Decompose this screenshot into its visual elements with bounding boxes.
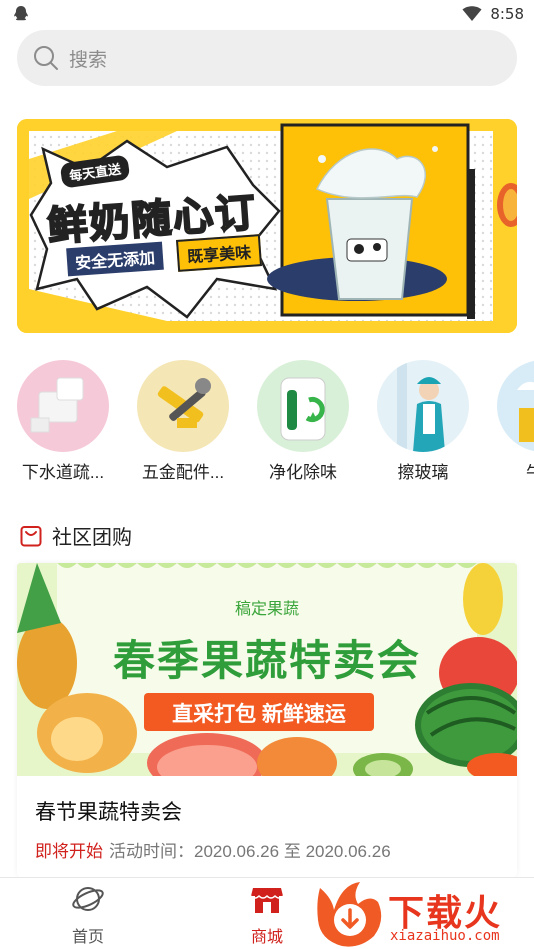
promo-end-date: 2020.06.26 bbox=[305, 842, 391, 861]
category-row: 下水道疏... 五金配件... 净化除味 擦玻璃 bbox=[0, 360, 534, 490]
promo-title: 春节果蔬特卖会 bbox=[35, 801, 182, 824]
cleaner-icon bbox=[377, 360, 469, 452]
category-label: 五金配件... bbox=[141, 463, 225, 482]
banner-tagline-right: 既享美味 bbox=[175, 234, 263, 272]
promo-image-kicker: 稿定果蔬 bbox=[234, 601, 299, 618]
watermark-url: xiazaihuo.com bbox=[390, 928, 500, 944]
status-bar: 8:58 bbox=[0, 0, 534, 28]
promo-meta: 即将开始 活动时间：2020.06.26 至 2020.06.26 bbox=[35, 837, 391, 862]
promo-time-label: 活动时间： bbox=[109, 842, 194, 861]
promo-image: 稿定果蔬 春季果蔬特卖会 直采打包 新鲜速运 bbox=[17, 563, 517, 776]
section-title: 社区团购 bbox=[52, 526, 132, 549]
search-bar[interactable]: 搜索 bbox=[17, 30, 517, 86]
nav-label-store: 商城 bbox=[250, 929, 283, 946]
store-icon bbox=[250, 888, 284, 913]
category-item-cleaner[interactable]: 擦玻璃 bbox=[368, 360, 478, 483]
promo-to: 至 bbox=[283, 842, 301, 861]
category-label: 牛奶 bbox=[488, 458, 534, 483]
qq-icon bbox=[14, 6, 28, 21]
nav-item-store[interactable]: 商城 bbox=[227, 884, 307, 947]
category-item-purifier[interactable]: 净化除味 bbox=[248, 360, 358, 483]
promo-image-headline: 春季果蔬特卖会 bbox=[112, 637, 421, 684]
promo-status: 即将开始 bbox=[35, 842, 103, 861]
search-icon bbox=[34, 46, 58, 70]
promo-banner[interactable]: 每天直送 鲜奶随心订 安全无添加 既享美味 bbox=[17, 119, 517, 333]
pipe-icon bbox=[17, 360, 109, 452]
category-item-milk[interactable]: 牛奶 bbox=[488, 360, 534, 483]
air-purifier-icon bbox=[257, 360, 349, 452]
category-item-tools[interactable]: 五金配件... bbox=[128, 360, 238, 483]
tools-icon bbox=[137, 360, 229, 452]
category-label: 下水道疏... bbox=[21, 463, 105, 482]
promo-image-button: 直采打包 新鲜速运 bbox=[172, 703, 346, 726]
search-placeholder: 搜索 bbox=[69, 49, 108, 71]
group-buy-card[interactable]: 稿定果蔬 春季果蔬特卖会 直采打包 新鲜速运 春节果蔬特卖会 即将开始 活动时间：… bbox=[17, 563, 517, 877]
category-item-pipe[interactable]: 下水道疏... bbox=[8, 360, 118, 483]
milk-icon bbox=[497, 360, 534, 452]
nav-label-home: 首页 bbox=[71, 929, 104, 946]
category-label: 擦玻璃 bbox=[397, 463, 449, 482]
wifi-icon bbox=[462, 6, 482, 21]
category-label: 净化除味 bbox=[269, 463, 337, 482]
watermark-logo: 下载火 xiazaihuo.com bbox=[312, 880, 534, 949]
section-header: 社区团购 bbox=[20, 518, 132, 552]
promo-start-date: 2020.06.26 bbox=[194, 842, 280, 861]
planet-icon bbox=[72, 887, 104, 911]
shopping-bag-icon bbox=[20, 526, 42, 547]
flame-logo-icon bbox=[317, 882, 382, 947]
nav-item-home[interactable]: 首页 bbox=[48, 884, 128, 947]
status-time: 8:58 bbox=[490, 5, 524, 23]
